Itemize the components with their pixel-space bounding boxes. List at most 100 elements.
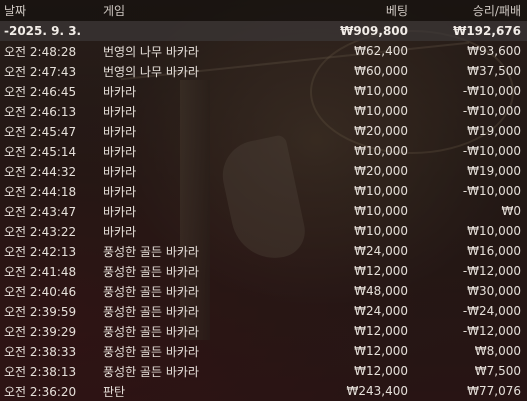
row-result: ₩19,000 (467, 124, 521, 138)
table-row[interactable]: 오전 2:43:22 바카라 ₩10,000 ₩10,000 (0, 221, 527, 241)
table-row[interactable]: 오전 2:45:47 바카라 ₩20,000 ₩19,000 (0, 121, 527, 141)
row-bet: ₩20,000 (354, 124, 408, 138)
row-bet: ₩10,000 (354, 204, 408, 218)
table-row[interactable]: 오전 2:40:46 풍성한 골든 바카라 ₩48,000 ₩30,000 (0, 281, 527, 301)
table-row[interactable]: 오전 2:44:18 바카라 ₩10,000 -₩10,000 (0, 181, 527, 201)
row-game: 판탄 (103, 384, 126, 399)
row-game: 바카라 (103, 184, 137, 199)
row-bet: ₩48,000 (354, 284, 408, 298)
row-time: 오전 2:44:18 (4, 184, 77, 199)
header-result[interactable]: 승리/패배 (408, 2, 523, 19)
row-game: 바카라 (103, 84, 137, 99)
row-time: 오전 2:38:33 (4, 344, 77, 359)
row-time: 오전 2:46:45 (4, 84, 77, 99)
row-result: ₩19,000 (467, 164, 521, 178)
row-bet: ₩60,000 (354, 64, 408, 78)
header-bet[interactable]: 베팅 (253, 2, 408, 19)
row-time: 오전 2:39:29 (4, 324, 77, 339)
row-time: 오전 2:38:13 (4, 364, 77, 379)
row-game: 풍성한 골든 바카라 (103, 264, 199, 279)
row-game: 풍성한 골든 바카라 (103, 364, 199, 379)
row-bet: ₩243,400 (346, 384, 409, 398)
date-group-label: -2025. 9. 3. (4, 24, 82, 38)
row-bet: ₩10,000 (354, 224, 408, 238)
row-time: 오전 2:47:43 (4, 64, 77, 79)
row-bet: ₩62,400 (354, 44, 408, 58)
row-result: -₩10,000 (462, 144, 521, 158)
header-date[interactable]: 날짜 (0, 2, 103, 19)
row-result: -₩10,000 (462, 84, 521, 98)
row-result: -₩12,000 (462, 324, 521, 338)
row-game: 풍성한 골든 바카라 (103, 284, 199, 299)
row-time: 오전 2:39:59 (4, 304, 77, 319)
row-time: 오전 2:44:32 (4, 164, 77, 179)
date-group-row[interactable]: -2025. 9. 3. ₩909,800 ₩192,676 (0, 21, 527, 41)
row-game: 바카라 (103, 104, 137, 119)
table-row[interactable]: 오전 2:42:13 풍성한 골든 바카라 ₩24,000 ₩16,000 (0, 241, 527, 261)
row-bet: ₩12,000 (354, 264, 408, 278)
table-row[interactable]: 오전 2:43:47 바카라 ₩10,000 ₩0 (0, 201, 527, 221)
row-time: 오전 2:48:28 (4, 44, 77, 59)
row-time: 오전 2:40:46 (4, 284, 77, 299)
table-row[interactable]: 오전 2:48:28 번영의 나무 바카라 ₩62,400 ₩93,600 (0, 41, 527, 61)
table-row[interactable]: 오전 2:39:29 풍성한 골든 바카라 ₩12,000 -₩12,000 (0, 321, 527, 341)
row-time: 오전 2:41:48 (4, 264, 77, 279)
row-bet: ₩12,000 (354, 324, 408, 338)
row-time: 오전 2:46:13 (4, 104, 77, 119)
table-row[interactable]: 오전 2:36:20 판탄 ₩243,400 ₩77,076 (0, 381, 527, 401)
row-bet: ₩10,000 (354, 104, 408, 118)
row-game: 번영의 나무 바카라 (103, 44, 199, 59)
table-row[interactable]: 오전 2:46:45 바카라 ₩10,000 -₩10,000 (0, 81, 527, 101)
row-game: 바카라 (103, 124, 137, 139)
row-result: ₩16,000 (467, 244, 521, 258)
row-game: 풍성한 골든 바카라 (103, 304, 199, 319)
table-row[interactable]: 오전 2:45:14 바카라 ₩10,000 -₩10,000 (0, 141, 527, 161)
date-group-bet-total: ₩909,800 (340, 24, 408, 38)
table-row[interactable]: 오전 2:38:33 풍성한 골든 바카라 ₩12,000 ₩8,000 (0, 341, 527, 361)
row-result: ₩77,076 (467, 384, 521, 398)
bet-history-table: 날짜 게임 베팅 승리/패배 -2025. 9. 3. ₩909,800 ₩19… (0, 0, 527, 401)
row-bet: ₩10,000 (354, 84, 408, 98)
row-result: ₩10,000 (467, 224, 521, 238)
row-bet: ₩10,000 (354, 184, 408, 198)
row-game: 번영의 나무 바카라 (103, 64, 199, 79)
row-time: 오전 2:36:20 (4, 384, 77, 399)
row-bet: ₩24,000 (354, 244, 408, 258)
header-game[interactable]: 게임 (103, 2, 253, 19)
row-game: 바카라 (103, 164, 137, 179)
table-row[interactable]: 오전 2:44:32 바카라 ₩20,000 ₩19,000 (0, 161, 527, 181)
row-bet: ₩20,000 (354, 164, 408, 178)
row-bet: ₩24,000 (354, 304, 408, 318)
row-game: 풍성한 골든 바카라 (103, 324, 199, 339)
table-row[interactable]: 오전 2:39:59 풍성한 골든 바카라 ₩24,000 -₩24,000 (0, 301, 527, 321)
row-result: -₩12,000 (462, 264, 521, 278)
row-time: 오전 2:43:47 (4, 204, 77, 219)
table-row[interactable]: 오전 2:46:13 바카라 ₩10,000 -₩10,000 (0, 101, 527, 121)
row-result: -₩10,000 (462, 104, 521, 118)
row-result: -₩10,000 (462, 184, 521, 198)
table-row[interactable]: 오전 2:47:43 번영의 나무 바카라 ₩60,000 ₩37,500 (0, 61, 527, 81)
row-time: 오전 2:42:13 (4, 244, 77, 259)
row-game: 풍성한 골든 바카라 (103, 344, 199, 359)
row-result: ₩0 (501, 204, 522, 218)
row-result: ₩7,500 (474, 364, 521, 378)
row-game: 바카라 (103, 204, 137, 219)
row-result: ₩8,000 (474, 344, 521, 358)
row-bet: ₩12,000 (354, 344, 408, 358)
row-time: 오전 2:45:47 (4, 124, 77, 139)
row-result: -₩24,000 (462, 304, 521, 318)
row-time: 오전 2:45:14 (4, 144, 77, 159)
row-result: ₩30,000 (467, 284, 521, 298)
table-row[interactable]: 오전 2:38:13 풍성한 골든 바카라 ₩12,000 ₩7,500 (0, 361, 527, 381)
row-bet: ₩10,000 (354, 144, 408, 158)
row-game: 바카라 (103, 144, 137, 159)
row-game: 풍성한 골든 바카라 (103, 244, 199, 259)
row-result: ₩37,500 (467, 64, 521, 78)
row-game: 바카라 (103, 224, 137, 239)
table-header: 날짜 게임 베팅 승리/패배 (0, 0, 527, 21)
row-bet: ₩12,000 (354, 364, 408, 378)
row-result: ₩93,600 (467, 44, 521, 58)
row-time: 오전 2:43:22 (4, 224, 77, 239)
table-row[interactable]: 오전 2:41:48 풍성한 골든 바카라 ₩12,000 -₩12,000 (0, 261, 527, 281)
table-body: 오전 2:48:28 번영의 나무 바카라 ₩62,400 ₩93,600 오전 2:4… (0, 41, 527, 401)
